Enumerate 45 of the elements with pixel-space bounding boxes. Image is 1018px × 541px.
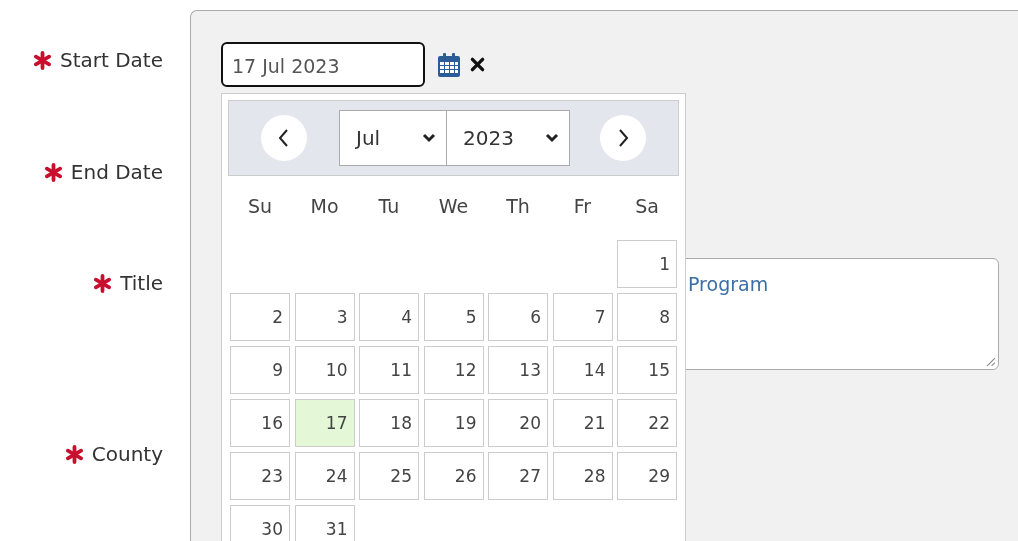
day-cell[interactable]: 13 <box>488 346 548 394</box>
day-cell[interactable]: 4 <box>359 293 419 341</box>
day-cell[interactable]: 30 <box>230 505 290 541</box>
day-cell[interactable]: 8 <box>617 293 677 341</box>
day-cell[interactable]: 1 <box>617 240 677 288</box>
day-cell[interactable]: 3 <box>294 293 355 341</box>
day-cell[interactable]: 7 <box>552 293 613 341</box>
day-cell[interactable]: 24 <box>294 452 355 500</box>
day-cell[interactable]: 29 <box>617 452 677 500</box>
date-input-field[interactable]: 17 Jul 2023 <box>221 42 425 87</box>
day-cell[interactable]: 23 <box>230 452 290 500</box>
day-cell[interactable]: 5 <box>423 293 484 341</box>
day-cell[interactable]: 12 <box>423 346 484 394</box>
day-cell[interactable]: 2 <box>230 293 290 341</box>
field-label: County <box>91 442 163 466</box>
weekday-label: Mo <box>309 193 340 219</box>
day-cell[interactable]: 25 <box>359 452 419 500</box>
day-cell[interactable]: 26 <box>423 452 484 500</box>
day-cell[interactable]: 22 <box>617 399 677 447</box>
weekday-label: We <box>437 193 470 219</box>
day-cell[interactable]: 17 <box>294 399 355 447</box>
weekday-label: Su <box>246 193 274 219</box>
day-cell[interactable]: 11 <box>359 346 419 394</box>
day-cell[interactable]: 9 <box>230 346 290 394</box>
month-select[interactable]: Jul <box>339 110 447 166</box>
weekday-label: Tu <box>377 193 401 219</box>
year-select[interactable]: 2023 <box>447 110 570 166</box>
day-cell[interactable]: 10 <box>294 346 355 394</box>
weekday-label: Th <box>505 193 531 219</box>
weekday-label: Sa <box>634 193 660 219</box>
field-label: End Date <box>70 160 163 184</box>
day-cell[interactable]: 20 <box>488 399 548 447</box>
day-cell[interactable]: 21 <box>552 399 613 447</box>
day-cell[interactable]: 28 <box>552 452 613 500</box>
day-cell[interactable]: 14 <box>552 346 613 394</box>
day-cell[interactable]: 6 <box>488 293 548 341</box>
day-cell[interactable]: 15 <box>617 346 677 394</box>
day-cell[interactable]: 16 <box>230 399 290 447</box>
day-cell[interactable]: 27 <box>488 452 548 500</box>
field-label: Start Date <box>59 48 163 72</box>
day-cell[interactable]: 19 <box>423 399 484 447</box>
day-cell[interactable]: 31 <box>294 505 355 541</box>
field-label: Title <box>120 271 163 295</box>
weekday-label: Fr <box>572 193 593 219</box>
day-cell[interactable]: 18 <box>359 399 419 447</box>
